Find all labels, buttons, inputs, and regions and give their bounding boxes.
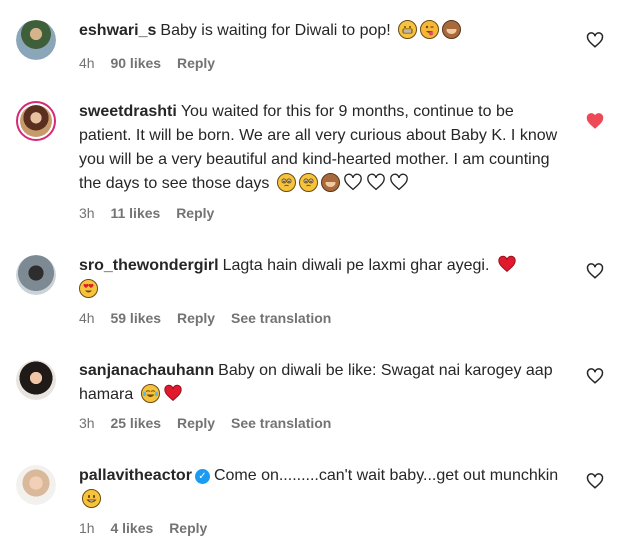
reply-button[interactable]: Reply [177,310,215,326]
comment-meta: 3h 25 likes Reply See translation [79,415,343,431]
avatar[interactable] [16,360,56,400]
likes-count[interactable]: 59 likes [110,310,161,326]
pleading-face-icon [298,173,318,192]
see-no-evil-monkey-icon [442,20,462,39]
comment-body: sweetdrashti You waited for this for 9 mo… [79,100,559,196]
comment-meta: 4h 59 likes Reply See translation [79,310,343,326]
comment-body: sanjanachauhann Baby on diwali be like: S… [79,359,559,407]
verified-badge-icon: ✓ [194,469,210,484]
comment-timestamp[interactable]: 4h [79,310,95,326]
tears-of-joy-face-icon [140,384,160,403]
see-translation-button[interactable]: See translation [231,415,331,431]
comment-username[interactable]: sweetdrashti [79,103,177,120]
comment-text: Lagta hain diwali pe laxmi ghar ayegi. [222,257,490,274]
avatar[interactable] [16,465,56,505]
grinning-face-icon [82,489,101,508]
comment-timestamp[interactable]: 4h [79,55,95,71]
comment-username[interactable]: sanjanachauhann [79,362,214,379]
likes-count[interactable]: 11 likes [110,205,160,221]
comment-text: Come on.........can't wait baby...get ou… [213,467,559,484]
reply-button[interactable]: Reply [176,205,214,221]
white-heart-icon [366,173,385,191]
comment-timestamp[interactable]: 3h [79,205,95,221]
comment-username[interactable]: sro_thewondergirl [79,257,219,274]
avatar[interactable] [16,101,56,141]
reply-button[interactable]: Reply [169,520,207,536]
comment-body: pallavitheactor ✓ Come on.........can't wa… [79,464,559,512]
comment-meta: 4h 90 likes Reply [79,55,227,71]
comment-username[interactable]: eshwari_s [79,22,156,39]
heart-filled-icon[interactable] [586,112,604,130]
comment-body: sro_thewondergirl Lagta hain diwali pe la… [79,254,559,302]
grimacing-face-icon [398,20,418,39]
comment-timestamp[interactable]: 3h [79,415,95,431]
white-heart-icon [389,173,408,191]
avatar[interactable] [16,255,56,295]
reply-button[interactable]: Reply [177,55,215,71]
heart-outline-icon[interactable] [586,367,604,385]
heart-eyes-face-icon [79,279,98,298]
see-no-evil-monkey-icon [320,173,340,192]
heart-outline-icon[interactable] [586,472,604,490]
pleading-face-icon [276,173,296,192]
red-heart-icon [164,384,182,402]
comment-meta: 1h 4 likes Reply [79,520,219,536]
white-heart-icon [343,173,362,191]
comment-body: eshwari_s Baby is waiting for Diwali to p… [79,19,559,43]
likes-count[interactable]: 25 likes [110,415,161,431]
see-translation-button[interactable]: See translation [231,310,331,326]
heart-outline-icon[interactable] [586,31,604,49]
reply-button[interactable]: Reply [177,415,215,431]
comment-meta: 3h 11 likes Reply [79,205,226,221]
red-heart-icon [498,255,516,273]
likes-count[interactable]: 90 likes [110,55,161,71]
heart-outline-icon[interactable] [586,262,604,280]
comment-text: Baby is waiting for Diwali to pop! [160,22,391,39]
comment-timestamp[interactable]: 1h [79,520,95,536]
avatar[interactable] [16,20,56,60]
comment-username[interactable]: pallavitheactor [79,467,192,484]
winking-tongue-face-icon [420,20,440,39]
likes-count[interactable]: 4 likes [110,520,153,536]
